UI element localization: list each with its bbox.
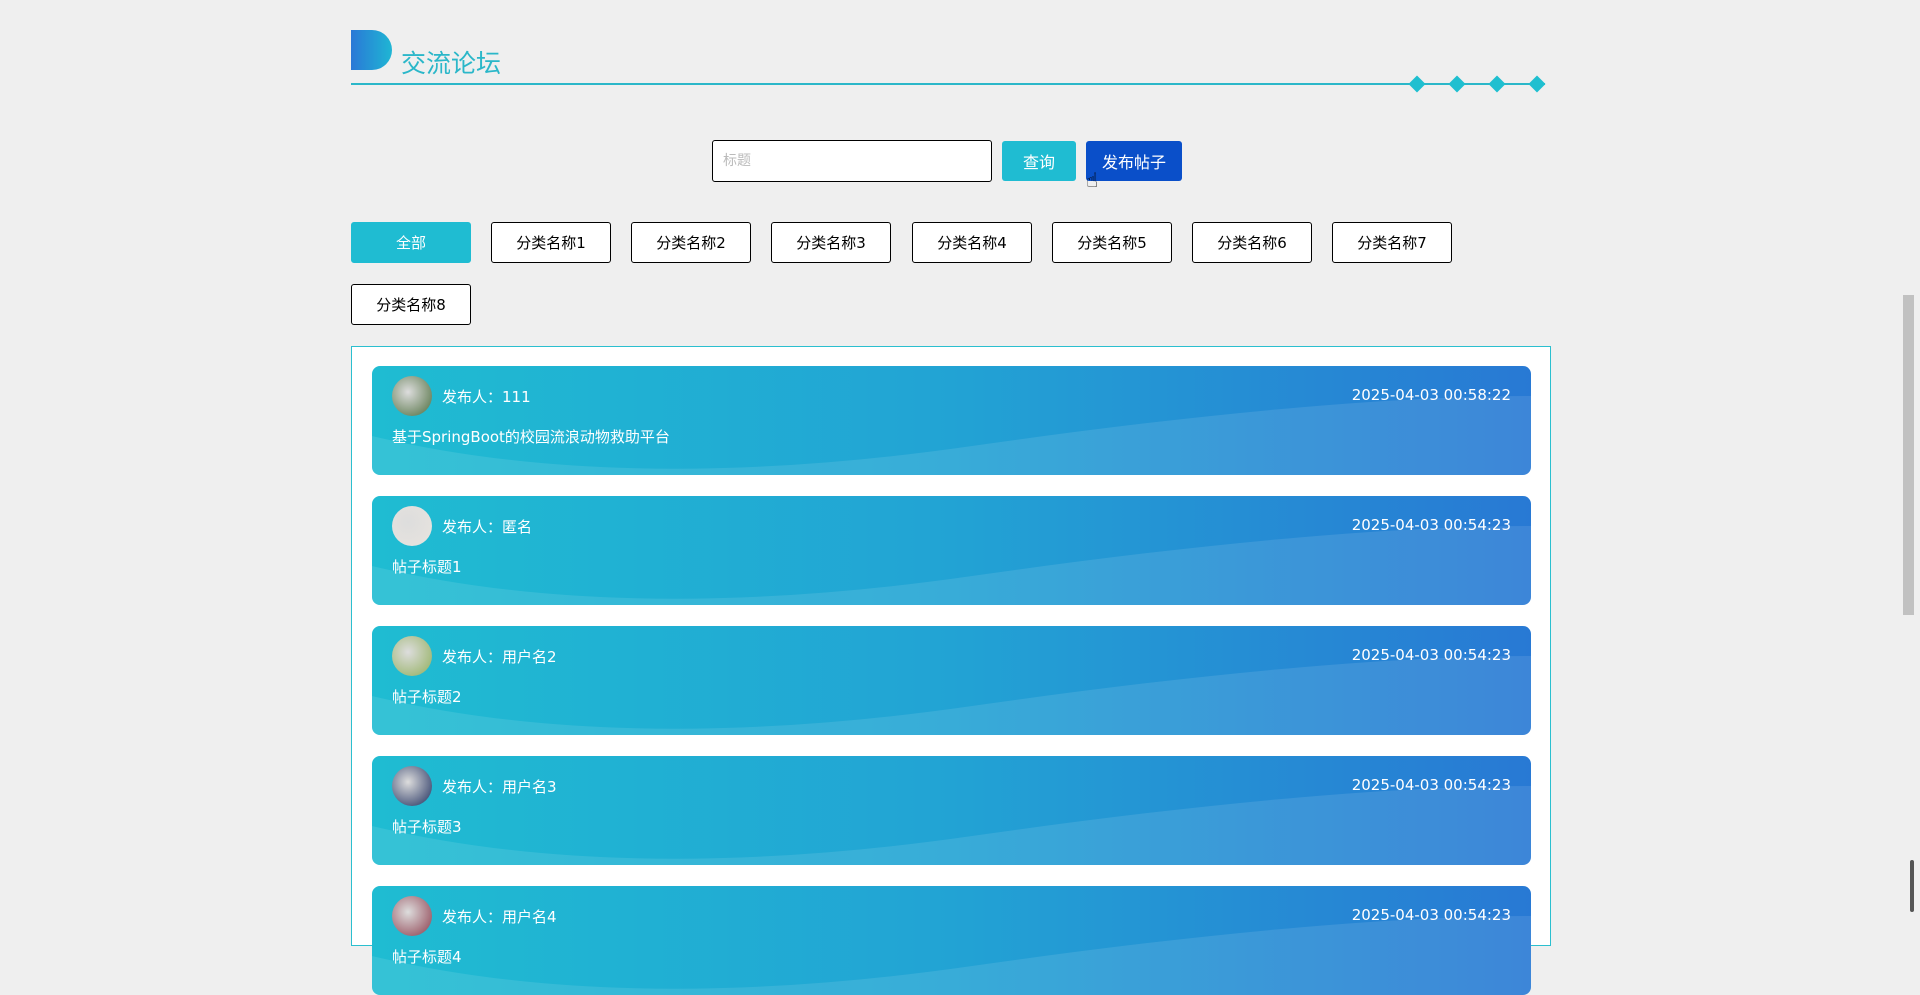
post-card[interactable]: 发布人：111 2025-04-03 00:58:22 基于SpringBoot… <box>372 366 1531 475</box>
wave-decoration <box>372 526 1531 605</box>
category-3[interactable]: 分类名称3 <box>771 222 891 263</box>
title-search-input[interactable] <box>712 140 992 182</box>
post-card[interactable]: 发布人：用户名2 2025-04-03 00:54:23 帖子标题2 <box>372 626 1531 735</box>
post-title[interactable]: 帖子标题1 <box>392 556 462 577</box>
post-date: 2025-04-03 00:54:23 <box>1351 516 1511 534</box>
section-logo-icon <box>351 30 392 70</box>
page-title: 交流论坛 <box>401 49 502 78</box>
post-author: 发布人：用户名2 <box>442 648 557 666</box>
query-button[interactable]: 查询 <box>1002 141 1076 181</box>
post-title[interactable]: 帖子标题2 <box>392 686 462 707</box>
category-7[interactable]: 分类名称7 <box>1332 222 1452 263</box>
post-author: 发布人：用户名3 <box>442 778 557 796</box>
post-author: 发布人：匿名 <box>442 518 533 536</box>
author-avatar <box>392 766 432 806</box>
post-card[interactable]: 发布人：匿名 2025-04-03 00:54:23 帖子标题1 <box>372 496 1531 605</box>
wave-decoration <box>372 916 1531 995</box>
diamond-icon <box>1528 75 1546 93</box>
category-1[interactable]: 分类名称1 <box>491 222 611 263</box>
post-date: 2025-04-03 00:54:23 <box>1351 776 1511 794</box>
post-title[interactable]: 帖子标题3 <box>392 816 462 837</box>
post-card[interactable]: 发布人：用户名3 2025-04-03 00:54:23 帖子标题3 <box>372 756 1531 865</box>
post-title[interactable]: 基于SpringBoot的校园流浪动物救助平台 <box>392 426 670 447</box>
publish-post-button[interactable]: 发布帖子 <box>1086 141 1182 181</box>
post-date: 2025-04-03 00:58:22 <box>1351 386 1511 404</box>
post-author: 发布人：用户名4 <box>442 908 557 926</box>
diamond-icon <box>1448 75 1466 93</box>
scrollbar-thumb[interactable] <box>1903 295 1914 615</box>
category-8[interactable]: 分类名称8 <box>351 284 471 325</box>
author-avatar <box>392 506 432 546</box>
post-card[interactable]: 发布人：用户名4 2025-04-03 00:54:23 帖子标题4 <box>372 886 1531 995</box>
wave-decoration <box>372 656 1531 735</box>
scrollbar-indicator[interactable] <box>1910 860 1914 912</box>
category-5[interactable]: 分类名称5 <box>1052 222 1172 263</box>
wave-decoration <box>372 786 1531 865</box>
category-6[interactable]: 分类名称6 <box>1192 222 1312 263</box>
post-list: 发布人：111 2025-04-03 00:58:22 基于SpringBoot… <box>351 346 1551 995</box>
author-avatar <box>392 636 432 676</box>
hand-cursor-icon: ☝ <box>1086 168 1099 192</box>
category-all[interactable]: 全部 <box>351 222 471 263</box>
diamond-icon <box>1488 75 1506 93</box>
post-date: 2025-04-03 00:54:23 <box>1351 646 1511 664</box>
category-4[interactable]: 分类名称4 <box>912 222 1032 263</box>
title-divider <box>351 83 1545 85</box>
wave-decoration <box>372 396 1531 475</box>
author-avatar <box>392 896 432 936</box>
author-avatar <box>392 376 432 416</box>
post-date: 2025-04-03 00:54:23 <box>1351 906 1511 924</box>
post-title[interactable]: 帖子标题4 <box>392 946 462 967</box>
diamond-icon <box>1408 75 1426 93</box>
category-2[interactable]: 分类名称2 <box>631 222 751 263</box>
post-author: 发布人：111 <box>442 388 531 406</box>
